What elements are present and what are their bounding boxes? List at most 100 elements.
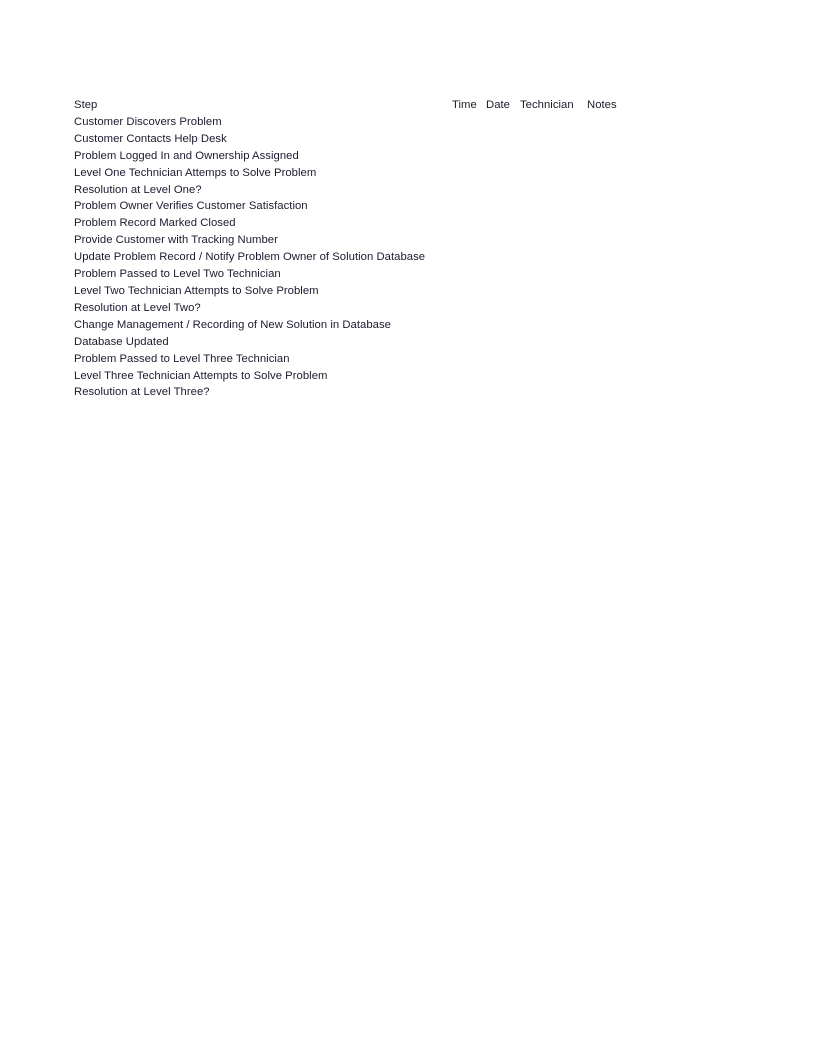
- cell-notes[interactable]: [585, 232, 626, 249]
- cell-time[interactable]: [452, 215, 484, 232]
- cell-time[interactable]: [452, 384, 484, 401]
- column-header-time: Time: [452, 99, 477, 111]
- cell-notes[interactable]: [585, 182, 626, 199]
- cell-date[interactable]: [484, 351, 518, 368]
- cell-technician[interactable]: [518, 232, 585, 249]
- cell-notes[interactable]: [585, 249, 626, 266]
- step-label: Level Two Technician Attempts to Solve P…: [74, 284, 319, 297]
- cell-date[interactable]: [484, 249, 518, 266]
- cell-date[interactable]: [484, 114, 518, 131]
- table-row: Problem Record Marked Closed: [74, 215, 626, 232]
- cell-technician[interactable]: [518, 384, 585, 401]
- cell-time[interactable]: [452, 148, 484, 165]
- cell-notes[interactable]: [585, 148, 626, 165]
- table-row: Change Management / Recording of New Sol…: [74, 317, 626, 334]
- cell-technician[interactable]: [518, 266, 585, 283]
- step-label: Problem Owner Verifies Customer Satisfac…: [74, 200, 308, 213]
- cell-technician[interactable]: [518, 351, 585, 368]
- table-row: Customer Discovers Problem: [74, 114, 626, 131]
- cell-technician[interactable]: [518, 131, 585, 148]
- table-row: Level Two Technician Attempts to Solve P…: [74, 283, 626, 300]
- cell-notes[interactable]: [585, 114, 626, 131]
- cell-time[interactable]: [452, 351, 484, 368]
- column-header-date: Date: [486, 99, 510, 111]
- step-label: Problem Record Marked Closed: [74, 217, 236, 230]
- cell-notes[interactable]: [585, 283, 626, 300]
- cell-date[interactable]: [484, 266, 518, 283]
- cell-date[interactable]: [484, 215, 518, 232]
- column-header-technician: Technician: [520, 99, 574, 111]
- cell-time[interactable]: [452, 182, 484, 199]
- cell-notes[interactable]: [585, 165, 626, 182]
- cell-time[interactable]: [452, 317, 484, 334]
- cell-date[interactable]: [484, 384, 518, 401]
- cell-technician[interactable]: [518, 334, 585, 351]
- cell-notes[interactable]: [585, 131, 626, 148]
- step-label: Provide Customer with Tracking Number: [74, 234, 278, 247]
- cell-technician[interactable]: [518, 249, 585, 266]
- cell-step: Database Updated: [74, 334, 452, 351]
- cell-date[interactable]: [484, 165, 518, 182]
- cell-notes[interactable]: [585, 266, 626, 283]
- cell-notes[interactable]: [585, 317, 626, 334]
- cell-technician[interactable]: [518, 165, 585, 182]
- cell-step: Resolution at Level Two?: [74, 300, 452, 317]
- cell-date[interactable]: [484, 317, 518, 334]
- cell-technician[interactable]: [518, 300, 585, 317]
- table-row: Level One Technician Attemps to Solve Pr…: [74, 165, 626, 182]
- table-header-row: Step Time Date Technician Notes: [74, 97, 626, 114]
- cell-step: Level Three Technician Attempts to Solve…: [74, 368, 452, 385]
- cell-time[interactable]: [452, 334, 484, 351]
- cell-technician[interactable]: [518, 215, 585, 232]
- step-label: Problem Passed to Level Three Technician: [74, 352, 290, 365]
- cell-step: Problem Record Marked Closed: [74, 215, 452, 232]
- cell-notes[interactable]: [585, 198, 626, 215]
- cell-time[interactable]: [452, 266, 484, 283]
- step-label: Problem Logged In and Ownership Assigned: [74, 149, 299, 162]
- step-label: Level One Technician Attemps to Solve Pr…: [74, 166, 317, 179]
- step-label: Problem Passed to Level Two Technician: [74, 268, 281, 281]
- cell-technician[interactable]: [518, 368, 585, 385]
- cell-technician[interactable]: [518, 114, 585, 131]
- cell-step: Customer Discovers Problem: [74, 114, 452, 131]
- cell-step: Problem Owner Verifies Customer Satisfac…: [74, 198, 452, 215]
- cell-date[interactable]: [484, 182, 518, 199]
- cell-date[interactable]: [484, 131, 518, 148]
- cell-date[interactable]: [484, 334, 518, 351]
- table-row: Problem Logged In and Ownership Assigned: [74, 148, 626, 165]
- cell-step: Resolution at Level One?: [74, 182, 452, 199]
- cell-date[interactable]: [484, 300, 518, 317]
- table-row: Provide Customer with Tracking Number: [74, 232, 626, 249]
- cell-notes[interactable]: [585, 384, 626, 401]
- cell-technician[interactable]: [518, 182, 585, 199]
- cell-technician[interactable]: [518, 317, 585, 334]
- cell-time[interactable]: [452, 283, 484, 300]
- table-row: Customer Contacts Help Desk: [74, 131, 626, 148]
- cell-time[interactable]: [452, 368, 484, 385]
- cell-date[interactable]: [484, 232, 518, 249]
- table-row: Resolution at Level One?: [74, 182, 626, 199]
- cell-time[interactable]: [452, 300, 484, 317]
- cell-technician[interactable]: [518, 198, 585, 215]
- cell-date[interactable]: [484, 368, 518, 385]
- cell-time[interactable]: [452, 249, 484, 266]
- cell-time[interactable]: [452, 131, 484, 148]
- cell-technician[interactable]: [518, 148, 585, 165]
- cell-date[interactable]: [484, 148, 518, 165]
- step-label: Level Three Technician Attempts to Solve…: [74, 369, 328, 382]
- cell-notes[interactable]: [585, 351, 626, 368]
- table-header: Step Time Date Technician Notes: [74, 97, 626, 114]
- cell-date[interactable]: [484, 283, 518, 300]
- cell-time[interactable]: [452, 232, 484, 249]
- cell-time[interactable]: [452, 165, 484, 182]
- cell-step: Provide Customer with Tracking Number: [74, 232, 452, 249]
- cell-time[interactable]: [452, 114, 484, 131]
- cell-time[interactable]: [452, 198, 484, 215]
- cell-notes[interactable]: [585, 215, 626, 232]
- cell-technician[interactable]: [518, 283, 585, 300]
- cell-notes[interactable]: [585, 334, 626, 351]
- cell-date[interactable]: [484, 198, 518, 215]
- cell-notes[interactable]: [585, 300, 626, 317]
- cell-notes[interactable]: [585, 368, 626, 385]
- step-label: Customer Contacts Help Desk: [74, 132, 227, 145]
